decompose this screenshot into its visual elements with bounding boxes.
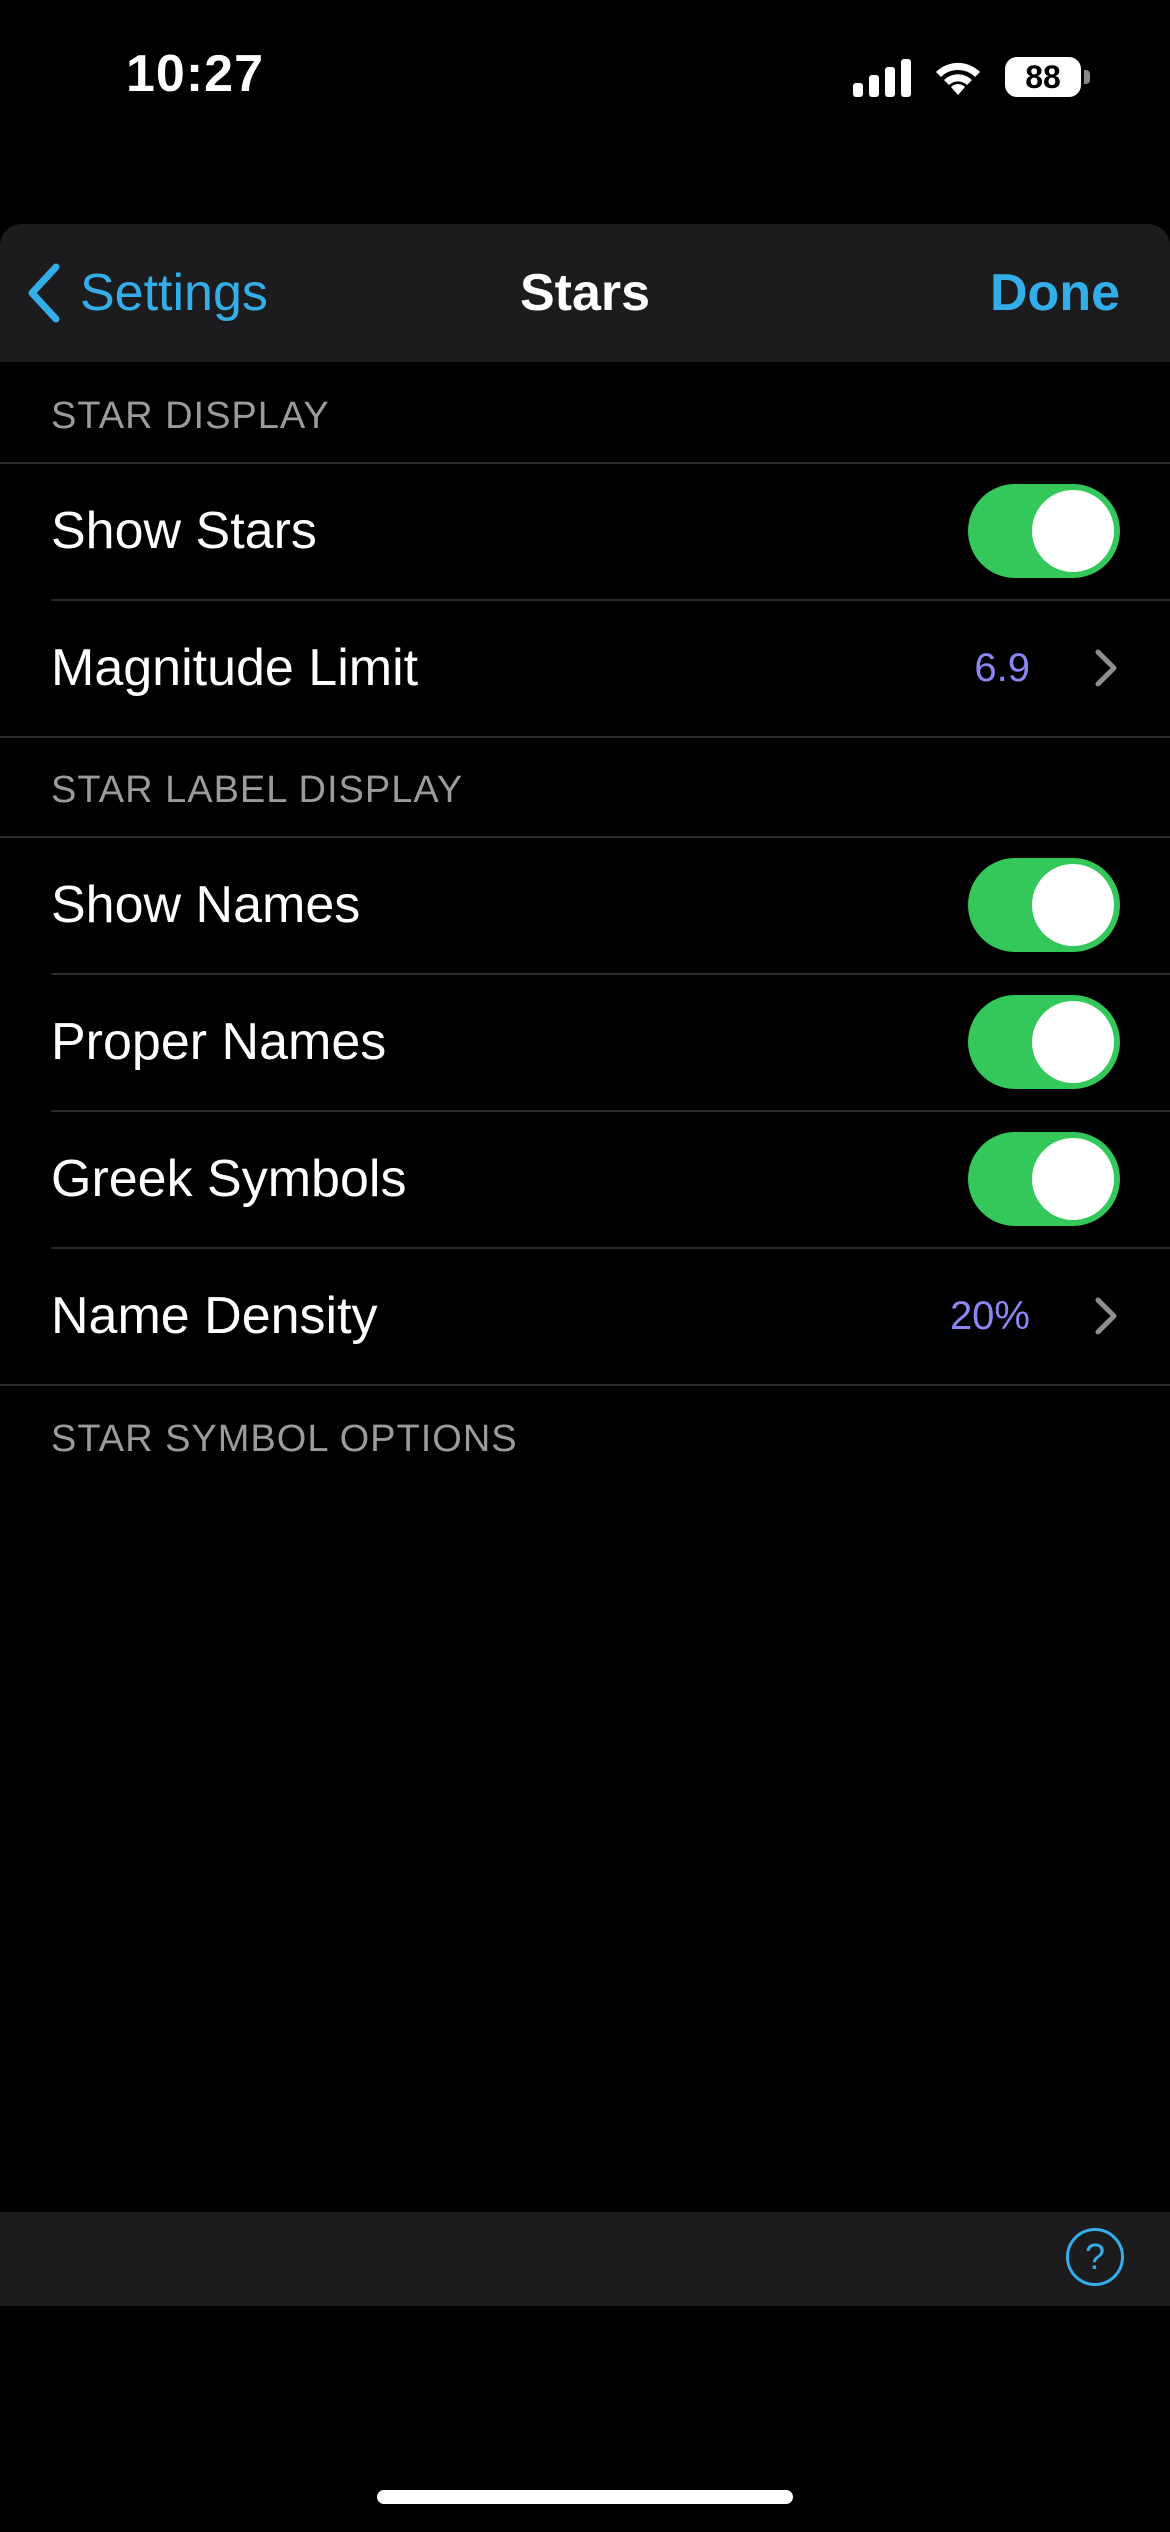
section-header-star-label-display: STAR LABEL DISPLAY xyxy=(51,769,464,811)
magnitude-limit-value: 6.9 xyxy=(974,645,1030,690)
home-indicator[interactable] xyxy=(377,2490,793,2504)
show-names-toggle[interactable] xyxy=(968,858,1120,952)
battery-level: 88 xyxy=(1005,57,1081,97)
divider xyxy=(0,736,1170,738)
row-show-stars: Show Stars xyxy=(0,463,1170,599)
row-proper-names: Proper Names xyxy=(0,974,1170,1110)
bottom-toolbar: ? xyxy=(0,2212,1170,2306)
wifi-icon xyxy=(936,62,980,95)
status-time: 10:27 xyxy=(126,45,264,103)
done-button[interactable]: Done xyxy=(990,224,1120,362)
greek-symbols-toggle[interactable] xyxy=(968,1132,1120,1226)
back-button-label: Settings xyxy=(80,264,268,322)
show-stars-toggle[interactable] xyxy=(968,484,1120,578)
proper-names-toggle[interactable] xyxy=(968,995,1120,1089)
row-name-density[interactable]: Name Density 20% xyxy=(0,1248,1170,1384)
toggle-knob xyxy=(1032,864,1114,946)
toggle-knob xyxy=(1032,1138,1114,1220)
show-stars-label: Show Stars xyxy=(51,502,317,560)
back-button[interactable]: Settings xyxy=(26,224,268,362)
toggle-knob xyxy=(1032,1001,1114,1083)
section-header-star-display: STAR DISPLAY xyxy=(51,395,330,437)
chevron-left-icon xyxy=(28,263,60,323)
status-bar: 10:27 88 xyxy=(0,0,1170,150)
name-density-value: 20% xyxy=(949,1293,1030,1338)
show-names-label: Show Names xyxy=(51,876,361,934)
status-icons: 88 xyxy=(853,52,1090,102)
magnitude-limit-label: Magnitude Limit xyxy=(51,639,419,697)
row-show-names: Show Names xyxy=(0,837,1170,973)
help-button[interactable]: ? xyxy=(1066,2228,1124,2286)
greek-symbols-label: Greek Symbols xyxy=(51,1150,407,1208)
name-density-label: Name Density xyxy=(51,1287,378,1345)
battery-icon: 88 xyxy=(1005,57,1090,97)
toggle-knob xyxy=(1032,490,1114,572)
section-header-star-symbol-options: STAR SYMBOL OPTIONS xyxy=(51,1418,518,1460)
navigation-bar: Settings Stars Done xyxy=(0,224,1170,362)
divider xyxy=(0,1384,1170,1386)
cellular-signal-icon xyxy=(853,57,911,97)
chevron-right-icon xyxy=(1095,649,1117,687)
chevron-right-icon xyxy=(1095,1297,1117,1335)
proper-names-label: Proper Names xyxy=(51,1013,387,1071)
row-greek-symbols: Greek Symbols xyxy=(0,1111,1170,1247)
row-magnitude-limit[interactable]: Magnitude Limit 6.9 xyxy=(0,600,1170,736)
